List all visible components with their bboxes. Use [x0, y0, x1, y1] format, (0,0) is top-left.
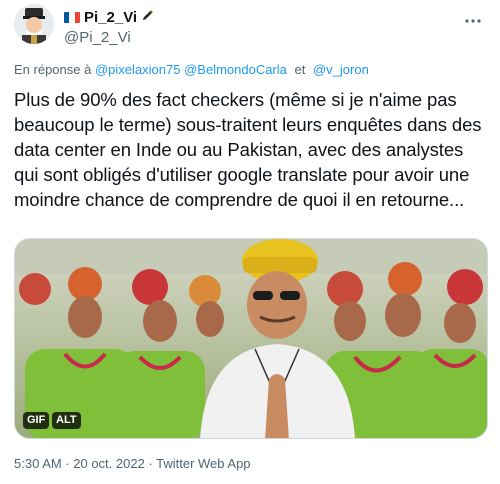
reply-prefix: En réponse à — [14, 62, 92, 77]
author-display-name[interactable]: Pi_2_Vi — [84, 9, 137, 26]
reply-mention-link[interactable]: @v_joron — [313, 62, 369, 77]
gif-thumbnail — [15, 239, 487, 438]
gif-media[interactable]: GIF ALT — [14, 238, 488, 439]
gif-badge: GIF — [23, 412, 50, 429]
avatar[interactable] — [14, 4, 54, 44]
tweet-timestamp[interactable]: 5:30 AM · 20 oct. 2022 · Twitter Web App — [14, 456, 251, 471]
reply-mention-link[interactable]: @BelmondoCarla — [184, 62, 287, 77]
reply-conjunction: et — [294, 62, 306, 77]
france-flag-icon — [64, 12, 80, 23]
avatar-image — [14, 4, 54, 44]
reply-context: En réponse à @pixelaxion75 @BelmondoCarl… — [14, 62, 369, 77]
author-name-row[interactable]: Pi_2_Vi — [64, 9, 154, 26]
pen-icon — [141, 9, 154, 26]
author-handle[interactable]: @Pi_2_Vi — [64, 29, 131, 46]
tweet-card: Pi_2_Vi @Pi_2_Vi En réponse à @pixelaxio… — [0, 0, 500, 484]
alt-text-button[interactable]: ALT — [52, 412, 81, 429]
tweet-text: Plus de 90% des fact checkers (même si j… — [14, 89, 482, 210]
reply-mention-link[interactable]: @pixelaxion75 — [95, 62, 180, 77]
more-options-icon[interactable] — [462, 10, 484, 32]
